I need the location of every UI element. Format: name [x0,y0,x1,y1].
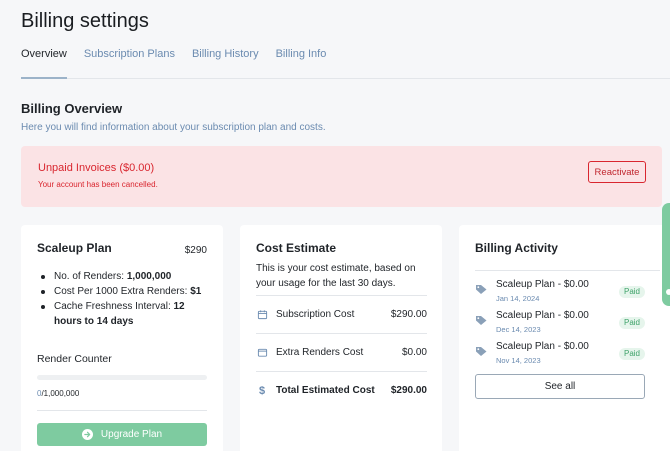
unpaid-invoices-alert: Unpaid Invoices ($0.00) Your account has… [21,146,662,207]
tab-subscription-plans[interactable]: Subscription Plans [84,48,175,79]
activity-item: Scaleup Plan - $0.00 Nov 14, 2023 Paid [475,339,645,367]
tag-icon [475,282,488,294]
cost-description: This is your cost estimate, based on you… [256,263,416,289]
alert-message: Your account has been cancelled. [38,180,158,189]
status-badge: Paid [618,286,645,298]
feature-item: Cost Per 1000 Extra Renders: $1 [37,284,212,299]
billing-activity-card: Billing Activity Scaleup Plan - $0.00 Ja… [459,225,670,451]
feedback-side-tab[interactable] [662,203,670,306]
feature-value: $1 [190,286,202,297]
section-title: Billing Overview [21,101,123,116]
tab-bar: Overview Subscription Plans Billing Hist… [21,48,670,79]
section-subtitle: Here you will find information about you… [21,122,326,133]
feature-label: No. of Renders: [54,271,125,282]
feature-value: 1,000,000 [126,271,172,282]
cost-value: $290.00 [390,309,427,320]
activity-name: Scaleup Plan - $0.00 [496,279,589,290]
activity-item: Scaleup Plan - $0.00 Jan 14, 2024 Paid [475,277,645,305]
status-badge: Paid [618,348,645,360]
tag-icon [475,344,488,356]
feature-label: Cost Per 1000 Extra Renders: [54,286,188,297]
cost-row-total: $ Total Estimated Cost $290.00 [256,371,427,409]
upgrade-plan-button[interactable]: Upgrade Plan [37,423,207,446]
cost-row-extra-renders: Extra Renders Cost $0.00 [256,333,427,371]
feature-item: No. of Renders: 1,000,000 [37,269,212,284]
tab-billing-info[interactable]: Billing Info [276,48,327,79]
cost-value: $0.00 [401,347,427,358]
status-badge: Paid [618,317,645,329]
render-progress-bar [37,375,207,380]
see-all-button[interactable]: See all [475,374,645,399]
dot-icon [666,289,670,295]
activity-name: Scaleup Plan - $0.00 [496,341,589,352]
plan-card: Scaleup Plan $290 No. of Renders: 1,000,… [21,225,223,451]
divider [37,410,207,411]
plan-price: $290 [184,245,207,256]
activity-item: Scaleup Plan - $0.00 Dec 14, 2023 Paid [475,308,645,336]
cost-label: Extra Renders Cost [276,347,364,358]
wallet-icon [256,347,268,359]
dollar-icon: $ [258,384,266,397]
activity-name: Scaleup Plan - $0.00 [496,310,589,321]
cost-label: Total Estimated Cost [276,385,375,396]
cost-label: Subscription Cost [276,309,355,320]
activity-date: Dec 14, 2023 [496,325,541,334]
alert-title: Unpaid Invoices ($0.00) [38,162,155,174]
activity-title: Billing Activity [475,241,558,255]
page-title: Billing settings [21,10,149,32]
render-count-limit: /1,000,000 [41,389,80,398]
reactivate-button[interactable]: Reactivate [588,161,646,183]
feature-label: Cache Freshness Interval: [54,301,171,312]
tab-billing-history[interactable]: Billing History [192,48,259,79]
plan-features: No. of Renders: 1,000,000 Cost Per 1000 … [37,269,212,329]
activity-date: Nov 14, 2023 [496,356,541,365]
calendar-icon [256,309,268,321]
cost-estimate-card: Cost Estimate This is your cost estimate… [240,225,442,451]
cost-value: $290.00 [390,385,427,396]
tag-icon [475,313,488,325]
activity-date: Jan 14, 2024 [496,294,540,303]
feature-item: Cache Freshness Interval: 12 hours to 14… [37,299,212,329]
cost-title: Cost Estimate [256,241,337,255]
render-counter-title: Render Counter [37,353,112,365]
cost-row-subscription: Subscription Cost $290.00 [256,295,427,333]
arrow-circle-icon [81,429,93,440]
render-counter-text: 0/1,000,000 [37,389,79,398]
divider [475,270,660,271]
plan-title: Scaleup Plan [37,241,112,255]
tab-overview[interactable]: Overview [21,48,67,79]
upgrade-plan-label: Upgrade Plan [100,429,163,440]
